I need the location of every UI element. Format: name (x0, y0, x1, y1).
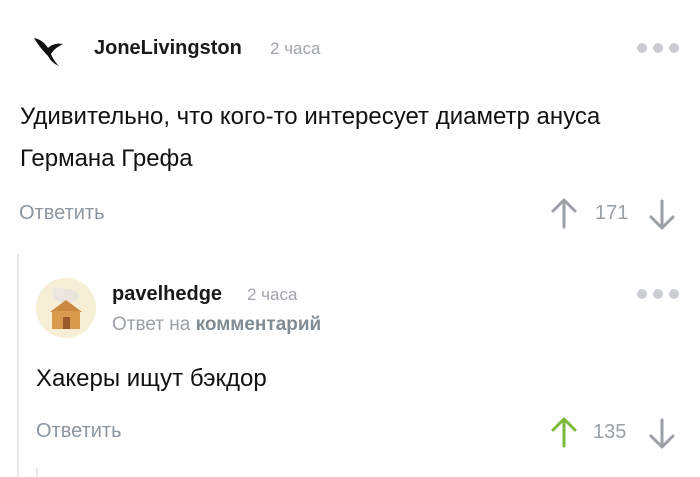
reply-text: Хакеры ищут бэкдор (36, 365, 267, 392)
dot-icon (653, 289, 663, 299)
reply-upvote-button[interactable] (550, 416, 578, 448)
bird-avatar[interactable] (26, 26, 70, 70)
dot-icon (669, 43, 679, 53)
comment-time: 2 часа (270, 39, 321, 58)
dot-icon (669, 289, 679, 299)
house-icon (36, 278, 96, 338)
reply-more-menu[interactable] (637, 289, 679, 299)
reply-to-prefix: Ответ на (112, 314, 191, 335)
comment-username[interactable]: JoneLivingston (94, 37, 242, 60)
arrow-down-icon (649, 199, 675, 230)
comment-reply-button[interactable]: Ответить (19, 202, 105, 225)
bird-icon (34, 38, 63, 66)
reply-reply-button[interactable]: Ответить (36, 420, 122, 443)
dot-icon (653, 43, 663, 53)
comment-downvote-button[interactable] (648, 199, 676, 231)
thread-line[interactable] (17, 254, 19, 477)
house-avatar[interactable] (36, 278, 96, 338)
arrow-up-icon (551, 417, 577, 448)
dot-icon (637, 43, 647, 53)
arrow-down-icon (649, 418, 675, 449)
reply-to-line: Ответ на комментарий (112, 314, 321, 336)
reply-time: 2 часа (247, 285, 298, 304)
comment-rating: 171 (595, 202, 629, 224)
comment-text: Удивительно, что кого-то интересует диам… (20, 103, 601, 172)
dot-icon (637, 289, 647, 299)
reply-rating: 135 (593, 421, 627, 443)
reply-to-link[interactable]: комментарий (196, 314, 322, 335)
reply-username[interactable]: pavelhedge (112, 283, 222, 306)
comment-upvote-button[interactable] (550, 197, 578, 229)
reply-downvote-button[interactable] (648, 418, 676, 450)
nested-thread-line (36, 468, 38, 477)
arrow-up-icon (551, 198, 577, 229)
comment-more-menu[interactable] (637, 43, 679, 53)
